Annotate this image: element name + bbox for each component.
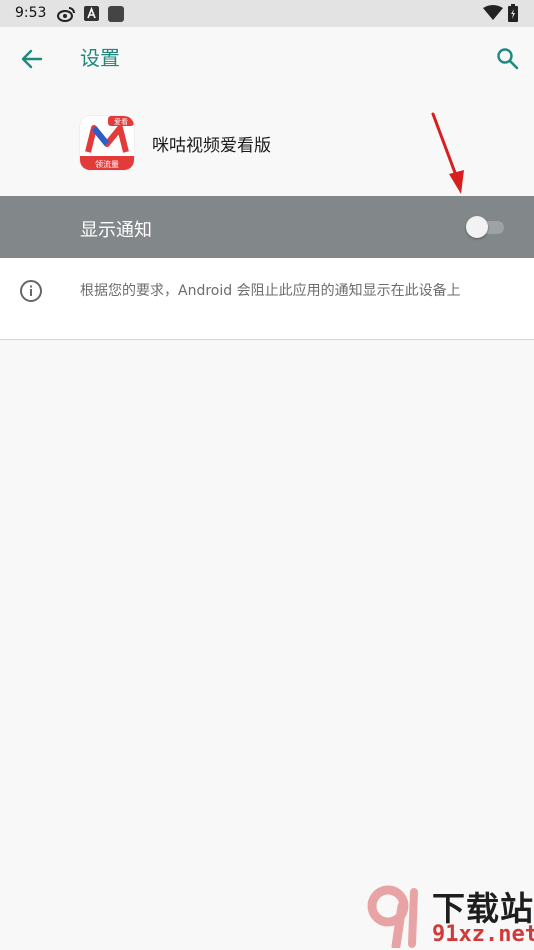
app-icon-caption: 领流量: [95, 159, 119, 169]
square-icon: [108, 6, 124, 22]
weibo-icon: [57, 7, 75, 22]
battery-charging-icon: [508, 4, 518, 22]
page-title: 设置: [80, 46, 120, 70]
search-icon: [497, 48, 519, 70]
watermark: 下载站 91xz.net: [360, 880, 534, 950]
arrow-left-icon: [21, 49, 43, 69]
watermark-logo-icon: [367, 885, 418, 948]
show-notifications-row[interactable]: 显示通知: [0, 196, 534, 258]
status-bar: 9:53: [0, 0, 534, 27]
search-button[interactable]: [490, 41, 526, 77]
app-icon-badge: 爱看: [114, 118, 128, 126]
blocked-info-text: 根据您的要求，Android 会阻止此应用的通知显示在此设备上: [80, 283, 461, 299]
back-button[interactable]: [14, 41, 50, 77]
show-notifications-label: 显示通知: [80, 220, 152, 241]
info-icon: [20, 280, 42, 302]
app-bar: 设置: [0, 27, 534, 92]
toggle-thumb: [466, 216, 488, 238]
app-header: 爱看 领流量 咪咕视频爱看版: [0, 92, 534, 196]
app-name: 咪咕视频爱看版: [152, 136, 271, 156]
app-icon: 爱看 领流量: [80, 116, 134, 170]
wifi-icon: [483, 5, 503, 20]
a-badge-icon: [84, 6, 99, 21]
show-notifications-toggle[interactable]: [466, 216, 506, 238]
status-time: 9:53: [15, 5, 47, 21]
blocked-info-row: 根据您的要求，Android 会阻止此应用的通知显示在此设备上: [0, 258, 534, 340]
watermark-domain: 91xz.net: [432, 922, 534, 947]
